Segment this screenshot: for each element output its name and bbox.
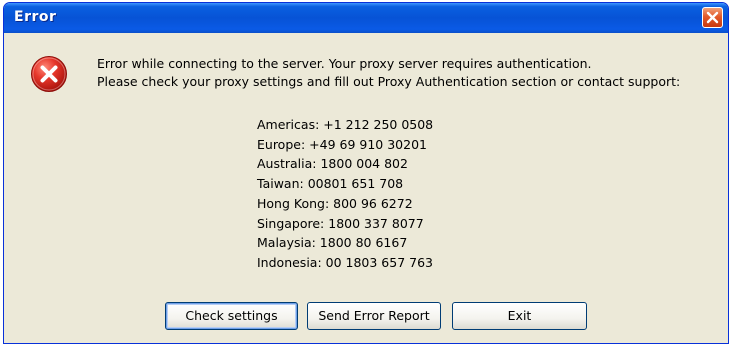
send-error-report-button[interactable]: Send Error Report (307, 302, 441, 330)
contact-malaysia: Malaysia: 1800 80 6167 (257, 235, 408, 251)
error-message: Error while connecting to the server. Yo… (97, 55, 680, 91)
contact-taiwan: Taiwan: 00801 651 708 (257, 176, 404, 192)
close-icon (706, 11, 719, 24)
contact-europe: Europe: +49 69 910 30201 (257, 136, 427, 152)
support-contacts-list: Americas: +1 212 250 0508 Europe: +49 69… (257, 115, 433, 273)
error-dialog: Error Error while connecting to the serv… (3, 2, 729, 344)
contact-americas: Americas: +1 212 250 0508 (257, 117, 434, 132)
contact-hong-kong: Hong Kong: 800 96 6272 (257, 195, 413, 211)
dialog-body: Error while connecting to the server. Yo… (7, 33, 725, 340)
contact-australia: Australia: 1800 004 802 (257, 156, 408, 172)
title-bar[interactable]: Error (4, 3, 728, 33)
error-icon (31, 56, 67, 92)
error-message-line: Please check your proxy settings and fil… (97, 74, 681, 89)
window-title: Error (14, 9, 57, 25)
exit-button[interactable]: Exit (452, 302, 587, 330)
contact-indonesia: Indonesia: 00 1803 657 763 (257, 254, 433, 270)
close-button[interactable] (702, 7, 723, 28)
contact-singapore: Singapore: 1800 337 8077 (257, 215, 424, 231)
check-settings-button[interactable]: Check settings (165, 302, 298, 330)
error-message-line: Error while connecting to the server. Yo… (97, 56, 592, 71)
